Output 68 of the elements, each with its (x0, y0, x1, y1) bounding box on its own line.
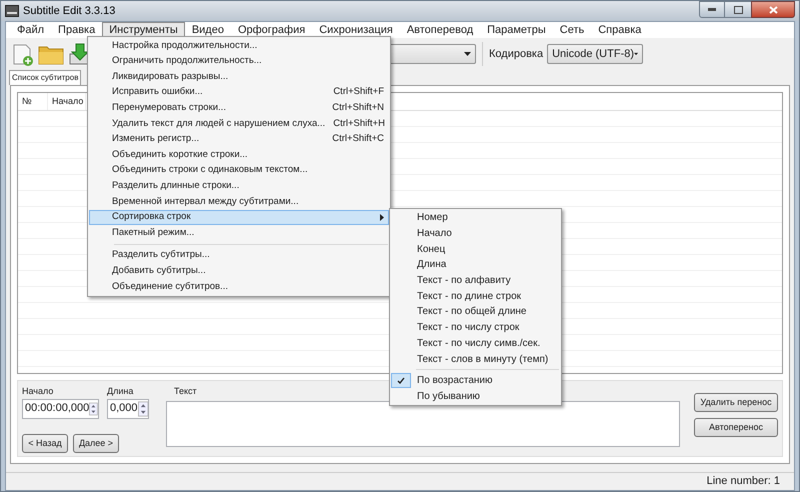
menu-item[interactable]: Временной интервал между субтитрами... (89, 194, 389, 210)
column-header[interactable]: № (18, 93, 48, 110)
menu-bar-item[interactable]: Файл (10, 22, 52, 38)
menu-bar-item[interactable]: Видео (184, 22, 231, 38)
remove-line-break-button[interactable]: Удалить перенос (694, 393, 778, 412)
menu-item[interactable]: Объединить короткие строки... (89, 147, 389, 163)
menu-item[interactable]: По убыванию (391, 388, 560, 404)
close-icon (768, 6, 778, 14)
menu-item[interactable]: Конец (391, 241, 560, 258)
status-text: Line number: 1 (706, 474, 780, 490)
app-icon (5, 5, 19, 17)
menu-item[interactable]: Начало (391, 226, 560, 242)
checkmark-icon (397, 377, 405, 384)
menu-item[interactable]: По возрастанию (391, 372, 560, 389)
menu-item[interactable]: Объединение субтитров... (89, 278, 389, 294)
menu-bar-item[interactable]: Орфография (230, 22, 312, 38)
spinner-arrows-icon (89, 400, 98, 416)
menu-item[interactable]: Текст - по числу строк (391, 320, 560, 336)
window-title: Subtitle Edit 3.3.13 (23, 4, 116, 19)
menu-item[interactable]: Разделить субтитры... (89, 248, 389, 264)
next-button[interactable]: Далее > (73, 434, 119, 452)
menu-item[interactable]: Сортировка строк (89, 210, 389, 226)
menu-bar-item[interactable]: Сеть (552, 22, 592, 38)
submenu-arrow-icon (380, 214, 384, 221)
auto-break-button[interactable]: Автоперенос (694, 418, 778, 437)
start-label: Начало (22, 385, 54, 398)
menu-item[interactable]: Номер (391, 210, 560, 226)
menu-item[interactable]: Разделить длинные строки... (89, 178, 389, 194)
close-button[interactable] (751, 1, 795, 18)
menu-bar-item[interactable]: Параметры (480, 22, 553, 38)
menu-bar-item[interactable]: Автоперевод (400, 22, 480, 38)
menu-item[interactable]: Текст - по числу симв./сек. (391, 336, 560, 352)
menu-bar-item[interactable]: Справка (591, 22, 648, 38)
maximize-icon (734, 6, 742, 14)
menu-item[interactable]: Текст - слов в минуту (темп) (391, 351, 560, 367)
text-label: Текст (174, 385, 197, 398)
menu-item[interactable]: Текст - по длине строк (391, 288, 560, 304)
duration-field[interactable]: 0,000 (107, 398, 149, 418)
menu-item[interactable]: Перенумеровать строки... Ctrl+Shift+N (89, 100, 389, 116)
tab[interactable]: Список субтитров (9, 70, 82, 85)
menu-bar-item[interactable]: Сихронизация (312, 22, 400, 38)
menu-item[interactable]: Пакетный режим... (89, 225, 389, 241)
previous-button[interactable]: < Назад (22, 434, 68, 452)
start-time-field[interactable]: 00:00:00,000 (22, 398, 99, 418)
menu-bar-item[interactable]: Правка (51, 22, 102, 38)
menu-item[interactable]: Ограничить продолжительность... (89, 54, 389, 70)
menu-item[interactable]: Объединить строки с одинаковым текстом... (89, 162, 389, 178)
minimize-button[interactable] (699, 1, 725, 18)
menu-item[interactable]: Удалить текст для людей с нарушением слуха... Ctrl+Shift+H (89, 116, 389, 132)
text-field[interactable] (166, 400, 680, 446)
menu-item[interactable]: Изменить регистр... Ctrl+Shift+C (89, 132, 389, 148)
dropdown-arrow-icon (634, 52, 638, 56)
menu-item[interactable]: Добавить субтитры... (89, 263, 389, 279)
menu-item[interactable]: Настройка продолжительности... (89, 38, 389, 54)
menu-item[interactable]: Текст - по общей длине (391, 304, 560, 320)
menu-item[interactable]: Ликвидировать разрывы... (89, 69, 389, 85)
column-header[interactable]: Начало (48, 93, 86, 110)
encoding-label: Кодировка (489, 46, 544, 62)
dropdown-arrow-icon (464, 52, 471, 56)
new-file-icon[interactable] (12, 42, 34, 66)
duration-label: Длина (107, 385, 134, 398)
encoding-dropdown[interactable]: Unicode (UTF-8) (547, 44, 644, 64)
maximize-button[interactable] (725, 1, 751, 18)
menu-item[interactable]: Текст - по алфавиту (391, 272, 560, 288)
menu-item[interactable]: Длина (391, 257, 560, 273)
spinner-arrows-icon (138, 400, 148, 416)
menu-item[interactable]: Исправить ошибки... Ctrl+Shift+F (89, 84, 389, 100)
minimize-icon (708, 8, 716, 11)
